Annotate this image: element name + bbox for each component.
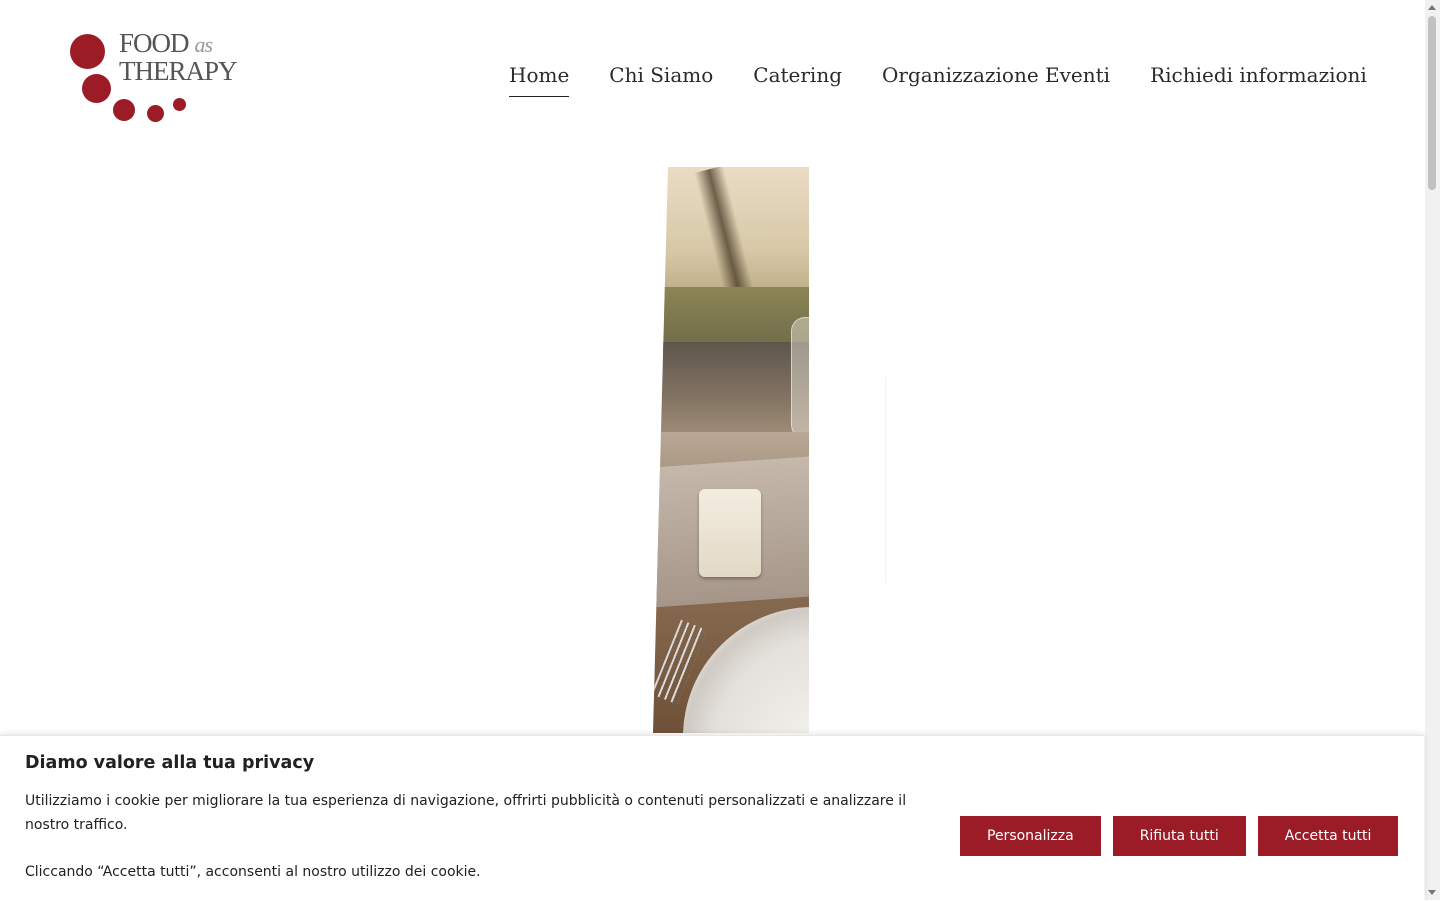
nav-richiedi-informazioni[interactable]: Richiedi informazioni [1150,60,1367,97]
nav-home[interactable]: Home [509,60,570,97]
nav-chi-siamo[interactable]: Chi Siamo [609,60,713,97]
accept-all-button[interactable]: Accetta tutti [1257,816,1399,856]
scroll-up-arrow-icon[interactable] [1428,5,1436,10]
main-navigation: Home Chi Siamo Catering Organizzazione E… [509,60,1367,97]
logo-dot [147,105,164,122]
nav-catering[interactable]: Catering [753,60,842,97]
customize-cookies-button[interactable]: Personalizza [960,816,1101,856]
cookie-banner-title: Diamo valore alla tua privacy [25,753,315,773]
scroll-down-arrow-icon[interactable] [1428,890,1436,895]
cookie-banner-actions: Personalizza Rifiuta tutti Accetta tutti [960,816,1399,856]
page-scrollbar[interactable] [1425,0,1440,900]
hero-wall [653,342,809,437]
scrollbar-thumb[interactable] [1428,16,1436,190]
logo-word-as: as [194,32,214,57]
cookie-banner-description: Utilizziamo i cookie per migliorare la t… [25,793,907,833]
logo-dot [82,74,111,103]
site-logo[interactable]: FOOD as THERAPY [66,28,246,128]
logo-word-food: FOOD [119,28,190,58]
hero-image [653,167,809,733]
cookie-banner: Diamo valore alla tua privacy Utilizziam… [0,735,1424,901]
nav-organizzazione-eventi[interactable]: Organizzazione Eventi [882,60,1110,97]
hero-candle [699,489,761,577]
divider-line [885,378,886,583]
logo-word-therapy: THERAPY [119,56,238,86]
reject-all-button[interactable]: Rifiuta tutti [1112,816,1246,856]
logo-wordmark: FOOD as THERAPY [119,28,238,86]
logo-dot [70,34,105,69]
hero-wine-glass [791,317,809,439]
logo-dot [173,98,186,111]
cookie-banner-consent-note: Cliccando “Accetta tutti”, acconsenti al… [25,864,481,880]
logo-dot [113,99,135,121]
